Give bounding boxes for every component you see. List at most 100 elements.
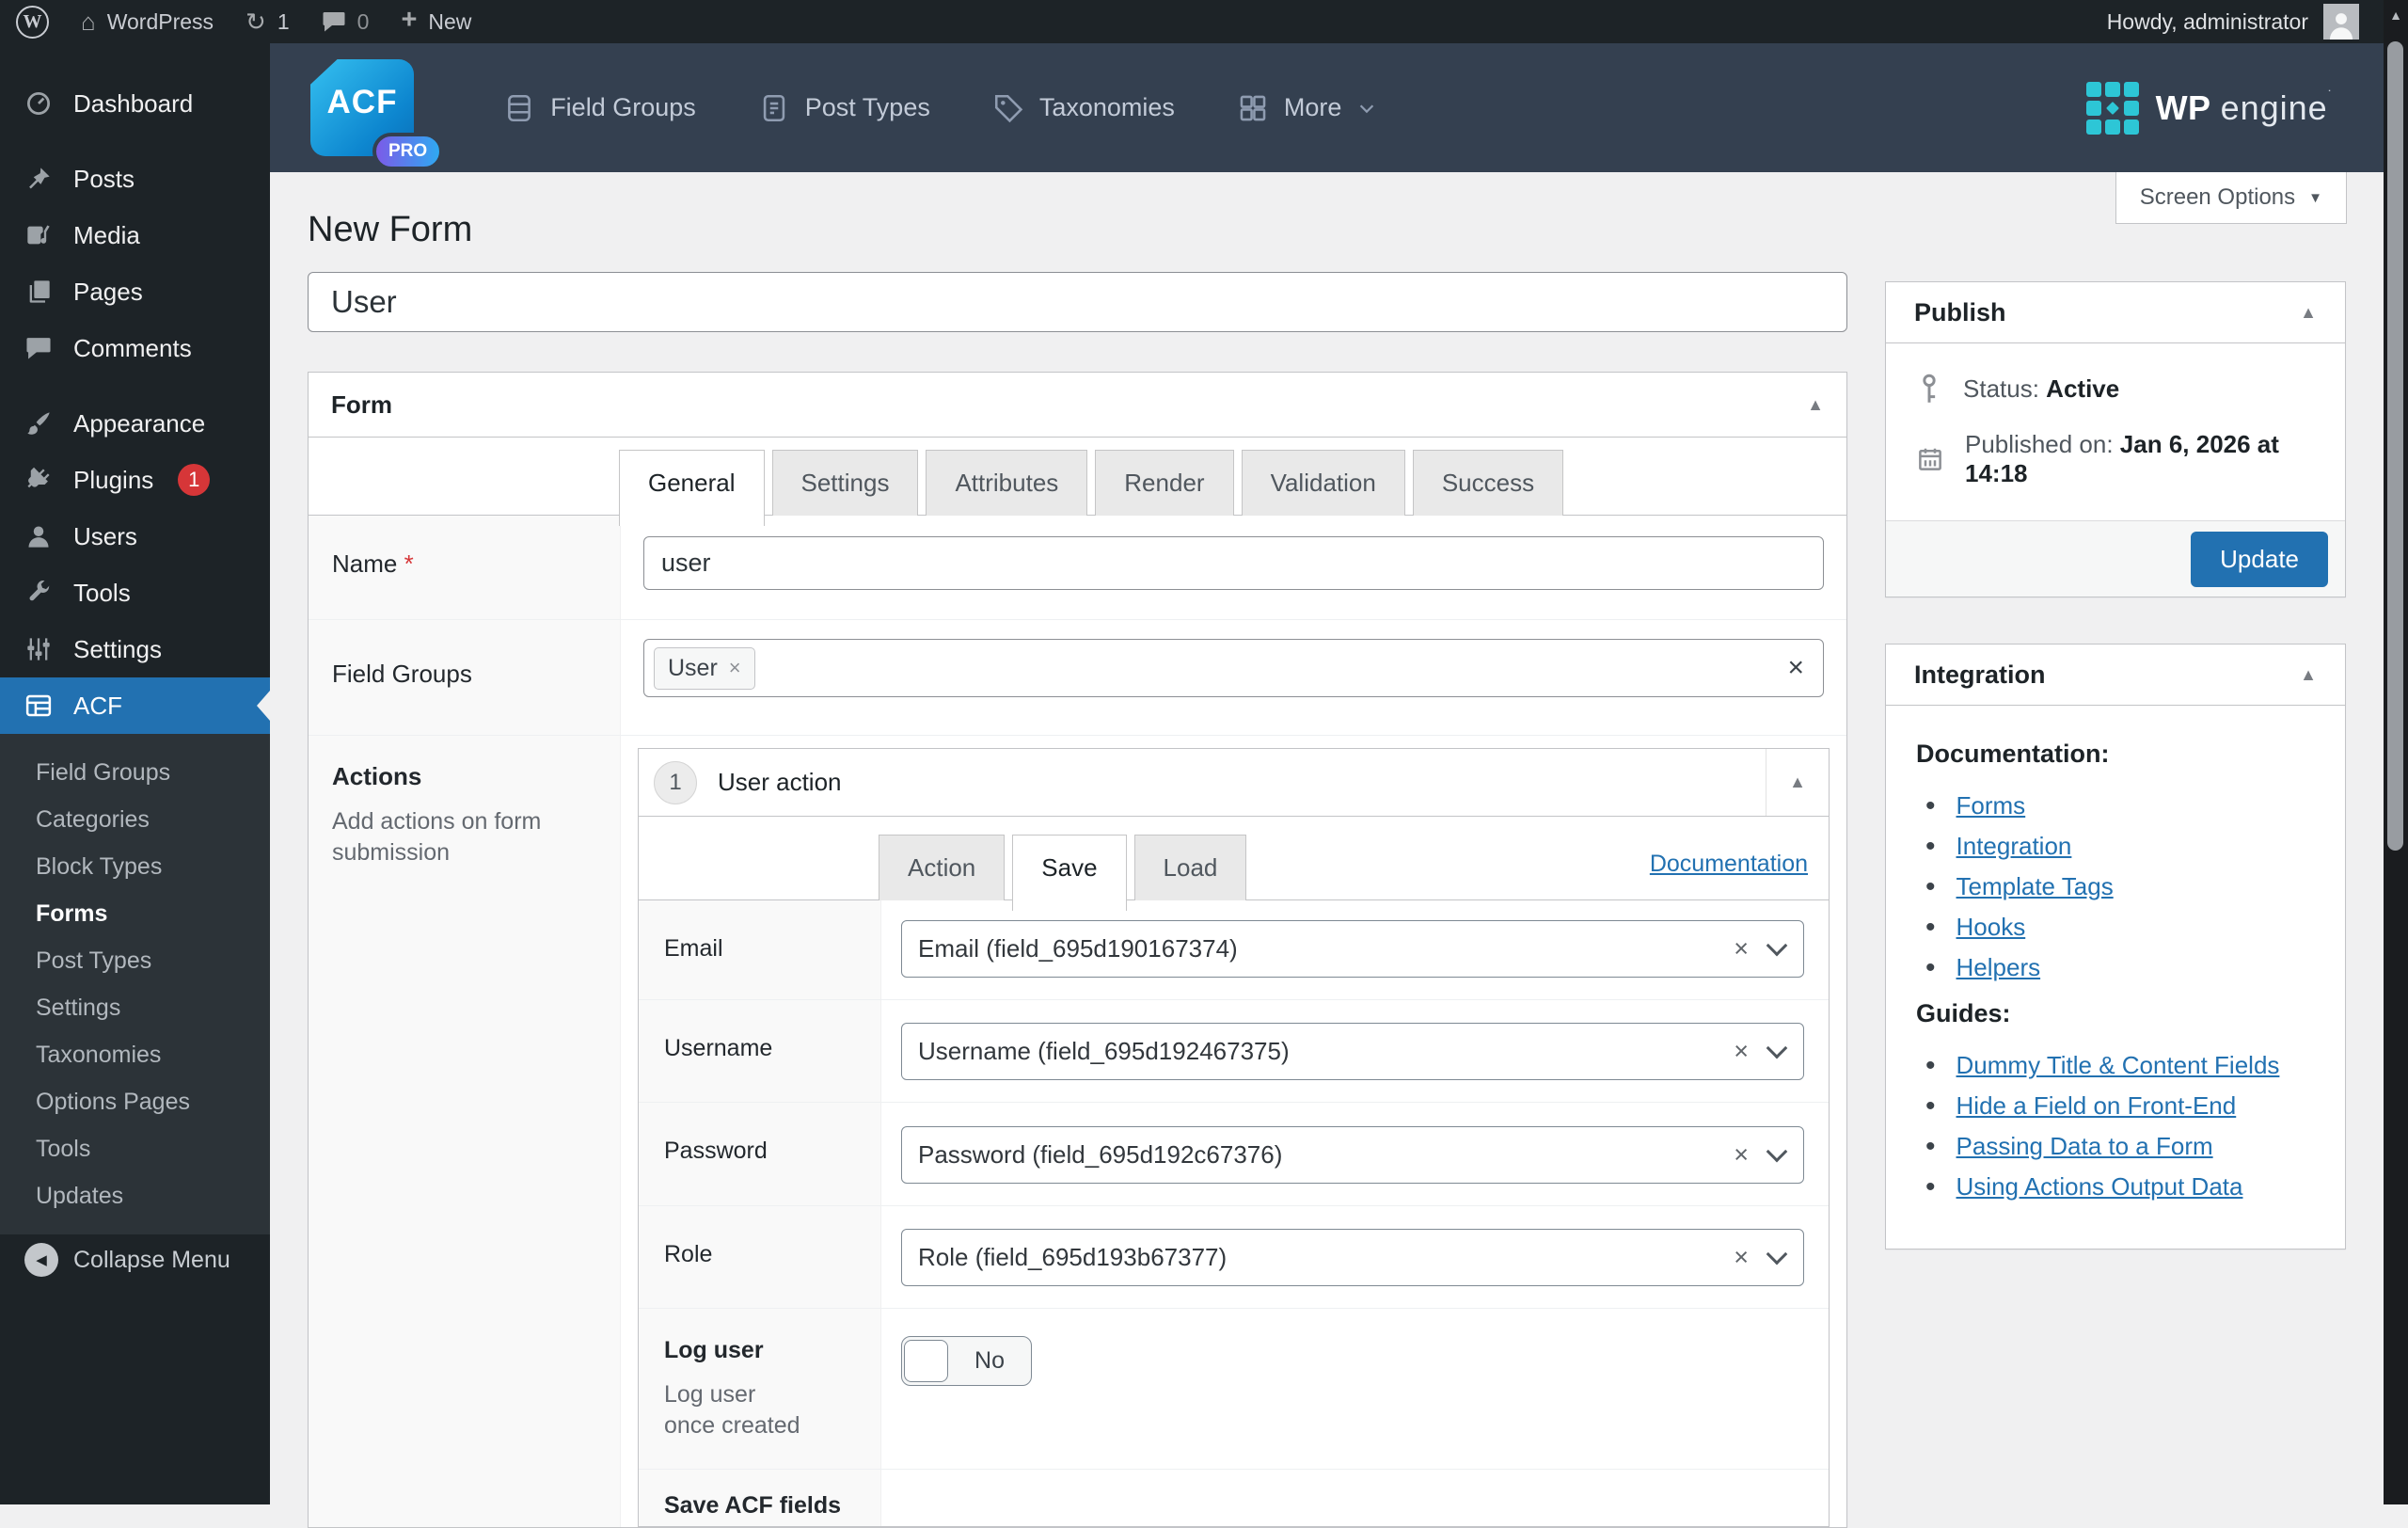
avatar[interactable] bbox=[2323, 4, 2359, 40]
field-group-tag[interactable]: User × bbox=[654, 647, 755, 690]
clear-role-icon[interactable]: × bbox=[1734, 1243, 1749, 1272]
tab-render[interactable]: Render bbox=[1095, 450, 1233, 516]
toolbar-taxonomies[interactable]: Taxonomies bbox=[992, 92, 1175, 124]
submenu-options-pages[interactable]: Options Pages bbox=[0, 1078, 270, 1125]
sidebar-item-settings[interactable]: Settings bbox=[0, 621, 270, 677]
sidebar-item-acf[interactable]: ACF bbox=[0, 677, 270, 734]
published-on-row: Published on: Jan 6, 2026 at 14:18 bbox=[1886, 417, 2345, 501]
doc-link-hooks[interactable]: Hooks bbox=[1956, 913, 2026, 942]
scrollbar-up-arrow[interactable]: ▲ bbox=[2384, 8, 2408, 23]
clear-email-icon[interactable]: × bbox=[1734, 934, 1749, 963]
tab-general[interactable]: General bbox=[619, 450, 765, 526]
password-label: Password bbox=[639, 1103, 881, 1205]
bullet: • bbox=[1925, 914, 1936, 942]
documentation-heading: Documentation: bbox=[1916, 740, 2315, 769]
guide-link-dummy-title[interactable]: Dummy Title & Content Fields bbox=[1956, 1051, 2280, 1080]
tab-action[interactable]: Action bbox=[879, 835, 1005, 900]
field-groups-select[interactable]: User × × bbox=[643, 639, 1824, 697]
tab-load[interactable]: Load bbox=[1134, 835, 1247, 900]
grid-icon bbox=[1237, 92, 1269, 124]
guide-link-actions-output[interactable]: Using Actions Output Data bbox=[1956, 1172, 2243, 1202]
log-user-label: Log user bbox=[664, 1337, 880, 1364]
toolbar-field-groups[interactable]: Field Groups bbox=[503, 92, 696, 124]
clear-selection-icon[interactable]: × bbox=[1787, 654, 1804, 682]
submenu-field-groups[interactable]: Field Groups bbox=[0, 749, 270, 796]
updates-menu[interactable]: ↻ 1 bbox=[230, 0, 306, 43]
collapse-publish-icon[interactable]: ▲ bbox=[2300, 303, 2317, 323]
toolbar-post-types[interactable]: Post Types bbox=[758, 92, 930, 124]
sidebar-item-tools[interactable]: Tools bbox=[0, 565, 270, 621]
collapse-panel-icon[interactable]: ▲ bbox=[1807, 395, 1824, 415]
email-field-select[interactable]: Email (field_695d190167374) × bbox=[901, 920, 1804, 978]
role-field-select[interactable]: Role (field_695d193b67377) × bbox=[901, 1229, 1804, 1286]
tab-validation[interactable]: Validation bbox=[1242, 450, 1405, 516]
sidebar-item-users[interactable]: Users bbox=[0, 508, 270, 565]
toolbar-item-label: Taxonomies bbox=[1039, 93, 1175, 122]
wp-logo-menu[interactable]: W bbox=[0, 0, 65, 43]
tab-save[interactable]: Save bbox=[1012, 835, 1126, 911]
site-name-menu[interactable]: ⌂ WordPress bbox=[65, 0, 230, 43]
clear-password-icon[interactable]: × bbox=[1734, 1140, 1749, 1170]
tab-settings[interactable]: Settings bbox=[772, 450, 919, 516]
submenu-block-types[interactable]: Block Types bbox=[0, 843, 270, 890]
field-groups-label: Field Groups bbox=[332, 660, 472, 688]
sidebar-item-media[interactable]: Media bbox=[0, 207, 270, 263]
username-select-value: Username (field_695d192467375) bbox=[918, 1037, 1290, 1066]
pages-icon bbox=[21, 279, 56, 305]
document-icon bbox=[758, 92, 790, 124]
tab-success[interactable]: Success bbox=[1413, 450, 1563, 516]
doc-link-integration[interactable]: Integration bbox=[1956, 832, 2072, 861]
toggle-value-label: No bbox=[948, 1347, 1031, 1375]
username-field-select[interactable]: Username (field_695d192467375) × bbox=[901, 1023, 1804, 1080]
doc-link-forms[interactable]: Forms bbox=[1956, 791, 2026, 820]
sidebar-item-comments[interactable]: Comments bbox=[0, 320, 270, 376]
remove-tag-icon[interactable]: × bbox=[729, 656, 741, 680]
tab-attributes[interactable]: Attributes bbox=[926, 450, 1087, 516]
submenu-taxonomies[interactable]: Taxonomies bbox=[0, 1031, 270, 1078]
name-input[interactable] bbox=[643, 536, 1824, 590]
toolbar-item-label: Post Types bbox=[805, 93, 930, 122]
sliders-icon bbox=[21, 636, 56, 662]
sidebar-item-label: Comments bbox=[73, 334, 192, 363]
sidebar-item-plugins[interactable]: Plugins 1 bbox=[0, 452, 270, 508]
collapse-integration-icon[interactable]: ▲ bbox=[2300, 665, 2317, 685]
tag-icon bbox=[992, 92, 1024, 124]
scrollbar-thumb[interactable] bbox=[2387, 41, 2403, 851]
role-label: Role bbox=[639, 1206, 881, 1308]
doc-link-template-tags[interactable]: Template Tags bbox=[1956, 872, 2114, 901]
log-user-toggle[interactable]: No bbox=[901, 1336, 1032, 1386]
sidebar-item-posts[interactable]: Posts bbox=[0, 151, 270, 207]
brush-icon bbox=[21, 410, 56, 437]
password-field-select[interactable]: Password (field_695d192c67376) × bbox=[901, 1126, 1804, 1184]
screen-options-label: Screen Options bbox=[2140, 184, 2295, 211]
collapse-menu-button[interactable]: ◀ Collapse Menu bbox=[0, 1236, 270, 1283]
submenu-settings[interactable]: Settings bbox=[0, 984, 270, 1031]
doc-link-helpers[interactable]: Helpers bbox=[1956, 953, 2041, 982]
new-content-menu[interactable]: + New bbox=[385, 0, 487, 43]
plugin-icon bbox=[21, 467, 56, 493]
collapse-action-icon[interactable]: ▲ bbox=[1766, 749, 1829, 816]
guide-link-passing-data[interactable]: Passing Data to a Form bbox=[1956, 1132, 2213, 1161]
screen-options-button[interactable]: Screen Options ▼ bbox=[2115, 172, 2347, 224]
howdy-text[interactable]: Howdy, administrator bbox=[2107, 9, 2308, 35]
comments-menu[interactable]: 0 bbox=[306, 0, 386, 43]
update-button[interactable]: Update bbox=[2191, 532, 2328, 587]
submenu-updates[interactable]: Updates bbox=[0, 1172, 270, 1219]
submenu-post-types[interactable]: Post Types bbox=[0, 937, 270, 984]
acf-submenu: Field Groups Categories Block Types Form… bbox=[0, 734, 270, 1234]
guide-link-hide-field[interactable]: Hide a Field on Front-End bbox=[1956, 1091, 2237, 1121]
clear-username-icon[interactable]: × bbox=[1734, 1037, 1749, 1066]
sidebar-item-pages[interactable]: Pages bbox=[0, 263, 270, 320]
toolbar-more[interactable]: More bbox=[1237, 92, 1378, 124]
form-title-input[interactable] bbox=[308, 272, 1847, 332]
sidebar-item-dashboard[interactable]: Dashboard bbox=[0, 75, 270, 132]
new-label: New bbox=[428, 9, 471, 35]
documentation-link[interactable]: Documentation bbox=[1650, 851, 1808, 878]
submenu-categories[interactable]: Categories bbox=[0, 796, 270, 843]
sidebar-item-appearance[interactable]: Appearance bbox=[0, 395, 270, 452]
submenu-tools[interactable]: Tools bbox=[0, 1125, 270, 1172]
integration-panel-title: Integration bbox=[1914, 661, 2046, 690]
published-label: Published on: bbox=[1965, 430, 2114, 458]
submenu-forms[interactable]: Forms bbox=[0, 890, 270, 937]
actions-label: Actions bbox=[332, 762, 620, 791]
